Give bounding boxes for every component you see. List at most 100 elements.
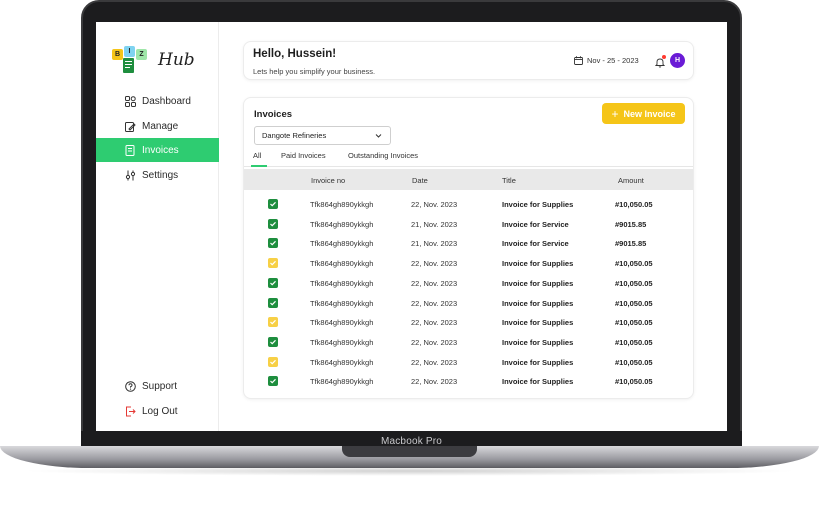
invoice-title: Invoice for Supplies [502, 298, 574, 308]
chevron-down-icon [375, 134, 382, 138]
table-row[interactable]: Tfk864gh890ykkgh 22, Nov. 2023 Invoice for… [244, 371, 693, 391]
row-checkbox[interactable] [268, 376, 278, 387]
new-invoice-button[interactable]: + New Invoice [602, 103, 685, 124]
invoice-title: Invoice for Supplies [502, 200, 574, 209]
support-link[interactable]: Support [96, 374, 219, 398]
row-checkbox[interactable] [268, 258, 278, 269]
row-checkbox[interactable] [268, 238, 278, 249]
column-header: Title [502, 176, 516, 185]
invoice-date: 21, Nov. 2023 [411, 219, 458, 229]
table-row[interactable]: Tfk864gh890ykkgh 22, Nov. 2023 Invoice for… [244, 352, 693, 372]
invoice-date: 22, Nov. 2023 [411, 337, 458, 347]
invoice-number: Tfk864gh890ykkgh [310, 298, 374, 308]
check-icon [270, 320, 276, 325]
date-text: Nov - 25 - 2023 [587, 56, 639, 65]
invoice-title: Invoice for Supplies [502, 357, 574, 367]
invoice-amount: #10,050.05 [615, 357, 653, 367]
column-header: Invoice no [311, 176, 346, 185]
company-select[interactable]: Dangote Refineries [254, 126, 391, 145]
new-invoice-label: New Invoice [623, 108, 676, 119]
laptop-notch [342, 446, 477, 457]
invoice-amount: #10,050.05 [615, 278, 653, 288]
greeting-subtitle: Lets help you simplify your business. [253, 67, 376, 76]
invoice-date: 22, Nov. 2023 [411, 278, 458, 288]
notification-dot [662, 55, 666, 59]
sidebar-item-label: Dashboard [142, 95, 191, 107]
invoice-number: Tfk864gh890ykkgh [310, 200, 374, 209]
invoice-amount: #10,050.05 [615, 337, 653, 347]
greeting: Hello, Hussein! [253, 48, 337, 60]
table-row[interactable]: Tfk864gh890ykkgh 22, Nov. 2023 Invoice for… [244, 293, 693, 313]
table-row[interactable]: Tfk864gh890ykkgh 22, Nov. 2023 Invoice for… [244, 194, 693, 214]
check-icon [270, 300, 276, 306]
invoice-date: 22, Nov. 2023 [411, 357, 458, 367]
invoice-title: Invoice for Supplies [502, 259, 574, 269]
column-header: Amount [618, 176, 644, 185]
table-row[interactable]: Tfk864gh890ykkgh 22, Nov. 2023 Invoice for… [244, 312, 693, 332]
invoices-title: Invoices [254, 109, 293, 120]
table-row[interactable]: Tfk864gh890ykkgh 22, Nov. 2023 Invoice for… [244, 273, 693, 293]
receipt-icon [123, 58, 134, 73]
row-checkbox[interactable] [268, 218, 278, 229]
invoice-title: Invoice for Supplies [502, 377, 574, 387]
settings-icon [125, 170, 136, 181]
company-select-value: Dangote Refineries [262, 131, 327, 140]
sidebar-item-dashboard[interactable]: Dashboard [96, 89, 219, 113]
invoice-title: Invoice for Supplies [502, 337, 574, 347]
table-header: Invoice no Date Title Amount [244, 169, 693, 190]
check-icon [270, 241, 276, 246]
sidebar-item-label: Support [142, 380, 178, 392]
invoice-tabs: All Paid Invoices Outstanding Invoices [244, 151, 693, 167]
invoice-number: Tfk864gh890ykkgh [310, 278, 374, 288]
check-icon [270, 359, 276, 365]
app-screen: B I Z Hub Dashboard Manage Invoices Sett… [96, 22, 727, 432]
invoice-number: Tfk864gh890ykkgh [310, 377, 374, 387]
logo: B I Z Hub [111, 44, 211, 80]
invoice-number: Tfk864gh890ykkgh [310, 357, 374, 367]
row-checkbox[interactable] [268, 199, 278, 209]
row-checkbox[interactable] [268, 277, 278, 288]
tab-paid-invoices[interactable]: Paid Invoices [281, 151, 326, 167]
sidebar-item-label: Log Out [142, 405, 178, 417]
row-checkbox[interactable] [268, 336, 278, 347]
invoice-amount: #10,050.05 [615, 377, 653, 387]
table-row[interactable]: Tfk864gh890ykkgh 21, Nov. 2023 Invoice for… [244, 233, 693, 253]
invoice-title: Invoice for Service [502, 239, 569, 249]
sidebar-item-settings[interactable]: Settings [96, 163, 219, 187]
tab-outstanding-invoices[interactable]: Outstanding Invoices [348, 151, 418, 167]
date-display[interactable]: Nov - 25 - 2023 [574, 56, 639, 65]
row-checkbox[interactable] [268, 317, 278, 328]
brand-name: Hub [158, 50, 195, 70]
invoice-number: Tfk864gh890ykkgh [310, 337, 374, 347]
manage-icon [125, 121, 136, 132]
invoice-date: 22, Nov. 2023 [411, 259, 458, 269]
tab-all[interactable]: All [251, 151, 267, 167]
invoice-amount: #10,050.05 [615, 259, 653, 269]
sidebar-item-label: Invoices [142, 144, 179, 156]
table-row[interactable]: Tfk864gh890ykkgh 22, Nov. 2023 Invoice for… [244, 253, 693, 273]
sidebar-item-label: Settings [142, 169, 179, 181]
logo-block: I [124, 46, 135, 57]
invoice-icon [125, 144, 136, 156]
header-card: Hello, Hussein! Lets help you simplify y… [243, 41, 694, 80]
invoice-number: Tfk864gh890ykkgh [310, 259, 374, 269]
invoice-date: 21, Nov. 2023 [411, 239, 458, 249]
row-checkbox[interactable] [268, 297, 278, 308]
check-icon [270, 379, 276, 384]
sidebar: B I Z Hub Dashboard Manage Invoices Sett… [96, 22, 219, 432]
sidebar-item-invoices[interactable]: Invoices [96, 138, 219, 162]
invoice-date: 22, Nov. 2023 [411, 200, 458, 209]
avatar[interactable]: H [670, 53, 685, 68]
notification-bell-icon[interactable] [654, 55, 666, 68]
table-row[interactable]: Tfk864gh890ykkgh 21, Nov. 2023 Invoice for… [244, 214, 693, 234]
help-icon [125, 380, 136, 392]
check-icon [270, 339, 276, 345]
table-row[interactable]: Tfk864gh890ykkgh 22, Nov. 2023 Invoice for… [244, 332, 693, 352]
check-icon [270, 260, 276, 266]
invoice-number: Tfk864gh890ykkgh [310, 219, 374, 229]
sidebar-item-manage[interactable]: Manage [96, 114, 219, 138]
row-checkbox[interactable] [268, 356, 278, 367]
invoice-date: 22, Nov. 2023 [411, 318, 458, 328]
logout-button[interactable]: Log Out [96, 399, 219, 423]
sidebar-item-label: Manage [142, 120, 179, 132]
